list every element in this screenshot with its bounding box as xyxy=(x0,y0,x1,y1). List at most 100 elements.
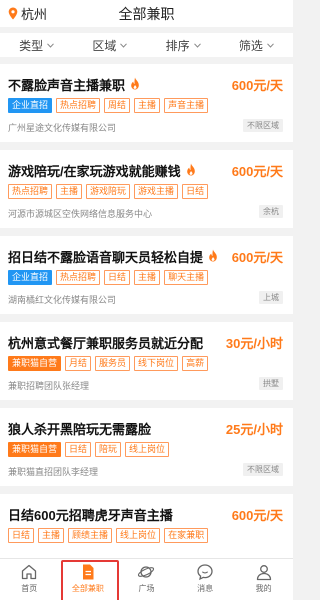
filter-label: 筛选 xyxy=(238,38,263,53)
job-title: 不露脸声音主播兼职 xyxy=(8,75,141,94)
bottom-tab-bar: 首页 全部兼职 广场 消息 我的 xyxy=(0,558,293,600)
tab-label: 我的 xyxy=(255,584,272,593)
job-card[interactable]: 狼人杀开黑陪玩无需露脸 25元/小时兼职猫自营 日结 陪玩 线上岗位兼职猫直招团队李经理… xyxy=(0,408,293,486)
job-tag: 陪玩 xyxy=(95,442,122,457)
home-icon xyxy=(22,564,37,580)
job-card[interactable]: 招日结不露脸语音聊天员轻松自提 600元/天企业直招 热点招聘 日结 主播 聊天主播湖南橘… xyxy=(0,236,293,314)
job-title-text: 杭州意式餐厅兼职服务员就近分配 xyxy=(8,336,204,351)
tab-mine[interactable]: 我的 xyxy=(240,559,288,599)
fire-icon xyxy=(129,77,141,93)
job-tag: 在家兼职 xyxy=(164,528,209,543)
tab-label: 消息 xyxy=(197,584,214,593)
job-tag: 顾绩主播 xyxy=(68,528,113,543)
person-icon xyxy=(256,565,271,581)
job-salary: 25元/小时 xyxy=(225,422,283,437)
filter-more[interactable]: 筛选 xyxy=(239,37,274,54)
job-company: 河源市源城区空佚网络信息服务中心 xyxy=(8,209,153,219)
tab-label: 广场 xyxy=(138,584,155,593)
job-company: 兼职招聘团队张经理 xyxy=(8,381,90,391)
job-area-badge: 不限区域 xyxy=(243,463,283,476)
job-area-badge: 上城 xyxy=(259,291,283,304)
city-name: 杭州 xyxy=(21,6,48,22)
tab-square[interactable]: 广场 xyxy=(122,559,170,599)
filter-sort[interactable]: 排序 xyxy=(166,37,201,54)
tab-messages[interactable]: 消息 xyxy=(181,559,229,599)
job-title-text: 招日结不露脸语音聊天员轻松自提 xyxy=(8,250,204,265)
job-tag: 声音主播 xyxy=(164,98,209,113)
job-area-badge: 拱墅 xyxy=(259,377,283,390)
job-tags: 企业直招 热点招聘 日结 主播 聊天主播 xyxy=(8,270,212,285)
job-tag: 主播 xyxy=(38,528,65,543)
job-card[interactable]: 游戏陪玩/在家玩游戏就能赚钱 600元/天 热点招聘 主播 游戏陪玩 游戏主播 日结 河源市源… xyxy=(0,150,293,228)
job-title-text: 狼人杀开黑陪玩无需露脸 xyxy=(8,422,152,437)
job-tag: 服务员 xyxy=(95,356,131,371)
job-tag: 日结 xyxy=(65,442,92,457)
job-tags: 热点招聘 主播 游戏陪玩 游戏主播 日结 xyxy=(8,184,212,199)
job-tag: 热点招聘 xyxy=(56,270,101,285)
filter-label: 类型 xyxy=(19,38,44,53)
job-tag: 月结 xyxy=(65,356,92,371)
job-title: 招日结不露脸语音聊天员轻松自提 xyxy=(8,247,219,266)
filter-label: 区域 xyxy=(92,38,117,53)
filter-label: 排序 xyxy=(165,38,190,53)
job-tag: 兼职猫自营 xyxy=(8,442,62,457)
planet-icon xyxy=(138,566,155,578)
job-tag: 周结 xyxy=(104,98,131,113)
job-tag: 游戏主播 xyxy=(134,184,179,199)
tab-home[interactable]: 首页 xyxy=(5,559,53,599)
job-title-text: 游戏陪玩/在家玩游戏就能赚钱 xyxy=(8,164,181,179)
job-title: 日结600元招聘虎牙声音主播 xyxy=(8,505,173,524)
job-salary: 600元/天 xyxy=(231,164,283,179)
job-title: 杭州意式餐厅兼职服务员就近分配 xyxy=(8,333,203,352)
job-area-badge: 不限区域 xyxy=(243,119,283,132)
job-tags: 兼职猫自营 日结 陪玩 线上岗位 xyxy=(8,442,173,457)
job-salary: 600元/天 xyxy=(231,250,283,265)
job-tags: 兼职猫自营 月结 服务员 线下岗位 高薪 xyxy=(8,356,212,371)
job-tag: 线上岗位 xyxy=(116,528,161,543)
fire-icon xyxy=(207,249,219,265)
chevron-down-icon xyxy=(267,42,274,48)
job-title-text: 日结600元招聘虎牙声音主播 xyxy=(8,508,173,523)
job-company: 兼职猫直招团队李经理 xyxy=(8,467,99,477)
tab-label: 全部兼职 xyxy=(71,584,104,593)
job-salary: 600元/天 xyxy=(231,78,283,93)
filter-type[interactable]: 类型 xyxy=(19,37,54,54)
job-salary: 600元/天 xyxy=(231,508,283,523)
job-tag: 兼职猫自营 xyxy=(8,356,62,371)
document-icon xyxy=(82,564,94,580)
job-tag: 聊天主播 xyxy=(164,270,209,285)
message-icon xyxy=(197,564,213,581)
job-tag: 热点招聘 xyxy=(56,98,101,113)
job-tags: 日结 主播 顾绩主播 线上岗位 在家兼职 xyxy=(8,528,212,543)
job-tag: 主播 xyxy=(56,184,83,199)
job-company: 广州星途文化传媒有限公司 xyxy=(8,123,117,133)
job-salary: 30元/小时 xyxy=(225,336,283,351)
job-tag: 日结 xyxy=(182,184,209,199)
chevron-down-icon xyxy=(193,42,201,48)
job-card[interactable]: 杭州意式餐厅兼职服务员就近分配 30元/小时 兼职猫自营 月结 服务员 线下岗位 高薪兼职招… xyxy=(0,322,293,400)
fire-icon xyxy=(185,163,197,179)
job-area-badge: 余杭 xyxy=(259,205,283,218)
top-header: 杭州 全部兼职 xyxy=(0,0,293,27)
city-selector[interactable]: 杭州 xyxy=(8,4,47,22)
job-tags: 企业直招 热点招聘 周结 主播 声音主播 xyxy=(8,98,212,113)
chevron-down-icon xyxy=(120,42,128,48)
job-tag: 日结 xyxy=(8,528,35,543)
job-title: 狼人杀开黑陪玩无需露脸 xyxy=(8,419,151,438)
job-tag: 高薪 xyxy=(182,356,209,371)
chevron-down-icon xyxy=(47,42,54,48)
location-pin-icon xyxy=(8,7,18,20)
job-company: 湖南橘红文化传媒有限公司 xyxy=(8,295,117,305)
filter-bar: 类型 区域 排序 筛选 xyxy=(0,33,293,57)
tab-label: 首页 xyxy=(21,584,38,593)
filter-area[interactable]: 区域 xyxy=(92,37,128,54)
job-tag: 线上岗位 xyxy=(125,442,170,457)
job-tag: 热点招聘 xyxy=(8,184,53,199)
job-card[interactable]: 不露脸声音主播兼职 600元/天企业直招 热点招聘 周结 主播 声音主播广州星途文化传媒有… xyxy=(0,64,293,142)
job-title: 游戏陪玩/在家玩游戏就能赚钱 xyxy=(8,161,197,180)
job-tag: 主播 xyxy=(134,98,161,113)
job-title-text: 不露脸声音主播兼职 xyxy=(8,78,126,93)
job-tag: 企业直招 xyxy=(8,98,53,113)
tab-all-jobs[interactable]: 全部兼职 xyxy=(60,559,119,600)
job-tag: 日结 xyxy=(104,270,131,285)
